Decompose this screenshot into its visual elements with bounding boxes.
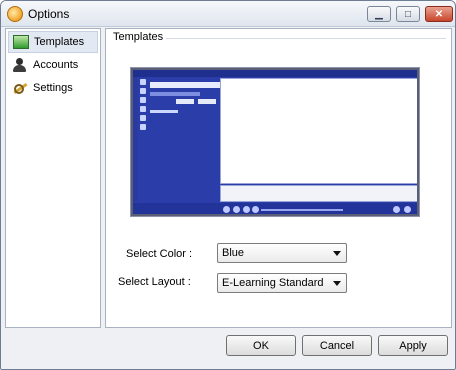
layout-select[interactable]: E-Learning Standard	[217, 273, 347, 293]
panel-divider	[166, 38, 446, 39]
select-layout-label: Select Layout :	[118, 276, 191, 288]
sidebar-item-templates[interactable]: Templates	[8, 31, 98, 53]
panel-title: Templates	[113, 31, 164, 43]
ok-button[interactable]: OK	[226, 335, 296, 356]
template-preview	[130, 67, 420, 217]
preview-slide-area	[220, 78, 417, 184]
sidebar-item-settings[interactable]: Settings	[8, 77, 98, 99]
maximize-icon: □	[404, 8, 412, 20]
title-bar[interactable]: Options ▁ □ ✕	[1, 1, 455, 27]
minimize-icon: ▁	[375, 8, 383, 20]
user-icon	[12, 58, 28, 72]
apply-button[interactable]: Apply	[378, 335, 448, 356]
sidebar-item-label: Accounts	[33, 59, 79, 71]
color-select-value: Blue	[222, 247, 245, 259]
chevron-down-icon	[333, 281, 341, 286]
sidebar-item-label: Templates	[34, 36, 85, 48]
preview-nav-icons	[138, 79, 148, 141]
window-title: Options	[28, 7, 70, 21]
cancel-button[interactable]: Cancel	[302, 335, 372, 356]
layout-select-value: E-Learning Standard	[222, 277, 324, 289]
sidebar-item-label: Settings	[33, 82, 73, 94]
minimize-button[interactable]: ▁	[367, 6, 391, 22]
sidebar-item-accounts[interactable]: Accounts	[8, 54, 98, 76]
select-color-label: Select Color :	[126, 248, 193, 260]
close-button[interactable]: ✕	[425, 6, 453, 22]
preview-notes-area	[220, 185, 417, 202]
chevron-down-icon	[333, 251, 341, 256]
close-icon: ✕	[434, 8, 444, 20]
wrench-icon	[12, 81, 28, 95]
sidebar: Templates Accounts Settings	[5, 28, 101, 328]
maximize-button[interactable]: □	[396, 6, 420, 22]
app-icon	[7, 6, 23, 22]
template-preview-image	[133, 70, 417, 214]
template-icon	[13, 35, 29, 49]
templates-panel: Templates Select Color: Blue Select Lay…	[105, 28, 452, 328]
options-window: Options ▁ □ ✕ Templates Accounts Setting…	[0, 0, 456, 370]
color-select[interactable]: Blue	[217, 243, 347, 263]
